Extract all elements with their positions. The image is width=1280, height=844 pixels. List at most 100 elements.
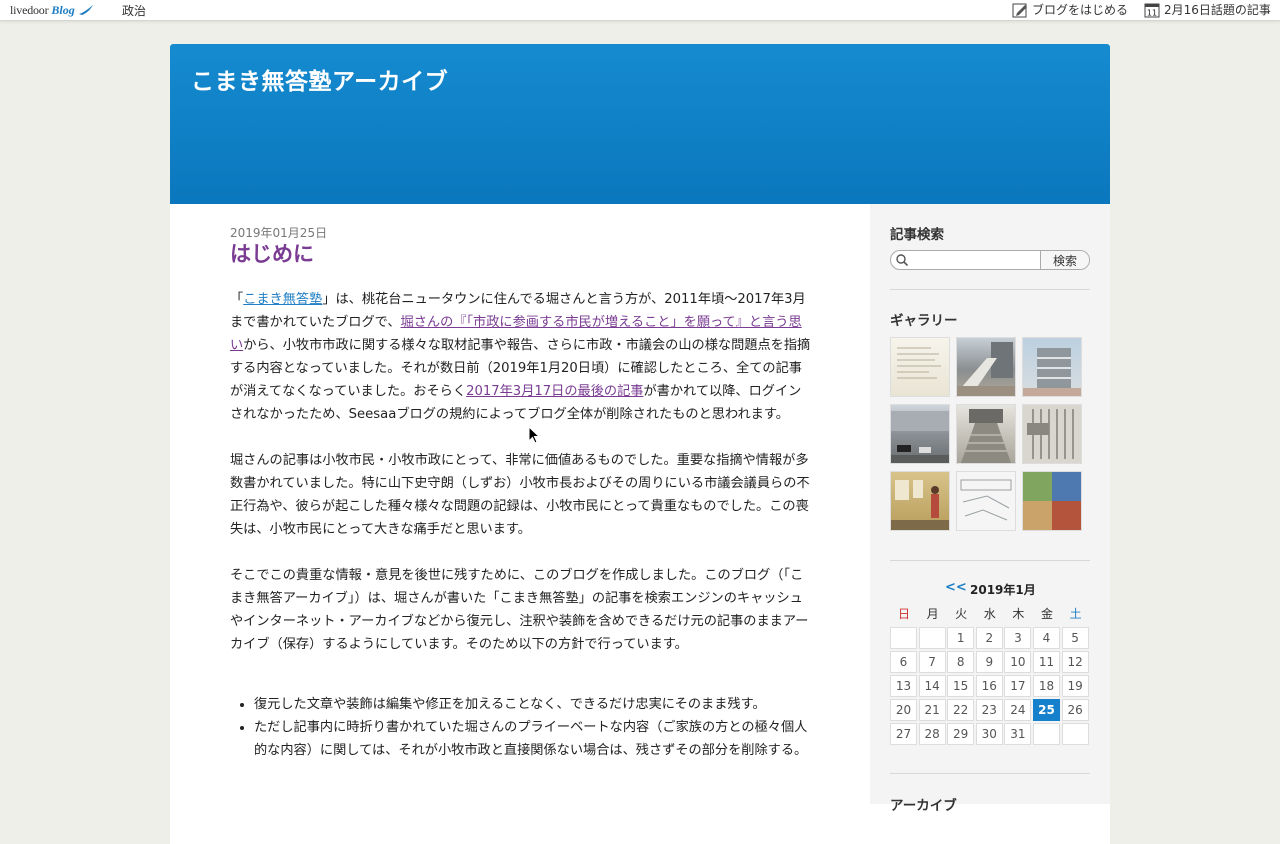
calendar-day[interactable]: 25 bbox=[1033, 699, 1060, 721]
search-icon bbox=[896, 254, 908, 266]
link-last-article[interactable]: 2017年3月17日の最後の記事 bbox=[466, 384, 643, 399]
gallery-heading: ギャラリー bbox=[890, 313, 958, 329]
trending-articles-link[interactable]: 11 2月16日話題の記事 bbox=[1144, 1, 1271, 18]
calendar-day: 21 bbox=[918, 699, 946, 721]
stairs-photo-icon bbox=[957, 342, 1015, 396]
logo-blog-text: Blog bbox=[51, 2, 75, 17]
policy-item: ただし記事内に時折り書かれていた堀さんのプライーベートな内容（ご家族の方との極々… bbox=[254, 716, 812, 762]
calendar-weekday-label: 日 bbox=[897, 607, 910, 621]
archive-heading: アーカイブ bbox=[890, 798, 957, 814]
sidebar-divider bbox=[890, 289, 1090, 290]
blog-header: こまき無答塾アーカイブ bbox=[170, 44, 1110, 204]
calendar-weekday-label: 金 bbox=[1040, 607, 1053, 621]
calendar-day: 13 bbox=[890, 675, 917, 697]
search-form: 検索 bbox=[890, 250, 1090, 270]
post-paragraph-1: 「こまき無答塾」は、桃花台ニュータウンに住んでる堀さんと言う方が、2011年頃〜… bbox=[230, 288, 812, 426]
calendar-empty-cell bbox=[1033, 723, 1060, 745]
calendar-weekday-label: 木 bbox=[1012, 607, 1025, 621]
calendar-day: 14 bbox=[918, 675, 946, 697]
calendar-weekday-label: 月 bbox=[926, 607, 939, 621]
parking-photo-icon bbox=[891, 411, 949, 463]
svg-text:11: 11 bbox=[1147, 8, 1157, 17]
logo-livedoor-text: livedoor bbox=[10, 2, 49, 17]
gallery-thumb[interactable] bbox=[956, 337, 1016, 397]
edit-icon bbox=[1012, 3, 1027, 17]
gallery-thumb[interactable] bbox=[890, 404, 950, 464]
gallery-thumb[interactable] bbox=[1022, 337, 1082, 397]
document-thumb-icon bbox=[897, 347, 941, 379]
policy-list: 復元した文章や装飾は編集や修正を加えることなく、できるだけ忠実にそのまま残す。 … bbox=[230, 693, 812, 762]
gallery-thumb[interactable] bbox=[1022, 404, 1082, 464]
blog-container: こまき無答塾アーカイブ 2019年01月25日 はじめに 「こまき無答塾」は、桃… bbox=[170, 44, 1110, 844]
livedoor-blog-logo[interactable]: livedoor Blog bbox=[10, 2, 94, 18]
calendar-empty-cell bbox=[918, 627, 946, 649]
calendar-day: 2 bbox=[975, 627, 1003, 649]
calendar-day: 12 bbox=[1061, 651, 1089, 673]
calendar-day: 24 bbox=[1004, 699, 1032, 721]
calendar-prev-month[interactable]: << bbox=[945, 580, 967, 595]
search-heading: 記事検索 bbox=[890, 227, 944, 243]
trending-articles-label: 2月16日話題の記事 bbox=[1164, 3, 1271, 17]
calendar-day: 30 bbox=[975, 723, 1003, 745]
calendar-day: 22 bbox=[947, 699, 975, 721]
search-button[interactable]: 検索 bbox=[1040, 251, 1089, 269]
gallery-thumb[interactable] bbox=[890, 337, 950, 397]
sidebar-divider bbox=[890, 773, 1090, 774]
calendar-weekday-label: 火 bbox=[955, 607, 968, 621]
bird-icon bbox=[78, 5, 93, 15]
blog-title[interactable]: こまき無答塾アーカイブ bbox=[191, 62, 448, 96]
calendar-empty-cell bbox=[1061, 723, 1089, 745]
calendar-header: << 2019年1月 bbox=[890, 580, 1090, 598]
text-segment: 「 bbox=[230, 292, 244, 307]
start-blog-label: ブログをはじめる bbox=[1032, 3, 1129, 17]
post-paragraph-3: そこでこの貴重な情報・意見を後世に残すために、このブログを作成しました。このブロ… bbox=[230, 568, 809, 652]
calendar-day: 3 bbox=[1004, 627, 1032, 649]
newspaper-thumb-icon bbox=[1027, 409, 1074, 459]
calendar-day: 9 bbox=[975, 651, 1003, 673]
calendar-day: 28 bbox=[918, 723, 946, 745]
livedoor-topbar: livedoor Blog 政治 ブログをはじめる 11 2月16日話題の記事 bbox=[0, 0, 1280, 21]
policy-item: 復元した文章や装飾は編集や修正を加えることなく、できるだけ忠実にそのまま残す。 bbox=[254, 693, 812, 716]
calendar-day: 20 bbox=[890, 699, 917, 721]
post-paragraph-2: 堀さんの記事は小牧市民・小牧市政にとって、非常に価値あるものでした。重要な指摘や… bbox=[230, 453, 810, 537]
sidebar-divider bbox=[890, 560, 1090, 561]
calendar-weekday-label: 水 bbox=[983, 607, 996, 621]
calendar-day: 17 bbox=[1004, 675, 1032, 697]
search-input[interactable] bbox=[911, 251, 1039, 269]
calendar-day: 18 bbox=[1033, 675, 1060, 697]
calendar-day: 15 bbox=[947, 675, 975, 697]
gallery-thumb[interactable] bbox=[956, 471, 1016, 531]
post-title[interactable]: はじめに bbox=[230, 238, 314, 268]
mouse-cursor-icon bbox=[528, 426, 540, 444]
link-komaki-mutoujuku[interactable]: こまき無答塾 bbox=[243, 292, 322, 307]
calendar-day: 6 bbox=[890, 651, 917, 673]
calendar-day: 1 bbox=[947, 627, 975, 649]
building-photo-icon bbox=[1023, 348, 1081, 396]
calendar-day: 31 bbox=[1004, 723, 1032, 745]
diagram-thumb-icon bbox=[960, 479, 1012, 521]
start-blog-link[interactable]: ブログをはじめる bbox=[1012, 1, 1128, 18]
collage-thumb-icon bbox=[1023, 472, 1081, 530]
calendar-day: 19 bbox=[1061, 675, 1089, 697]
calendar-day: 29 bbox=[947, 723, 975, 745]
stairway-photo-icon bbox=[961, 409, 1011, 463]
calendar-day: 10 bbox=[1004, 651, 1032, 673]
gallery-thumb[interactable] bbox=[1022, 471, 1082, 531]
calendar-empty-cell bbox=[890, 627, 917, 649]
calendar-day: 11 bbox=[1033, 651, 1060, 673]
gallery-thumb[interactable] bbox=[890, 471, 950, 531]
calendar-day: 8 bbox=[947, 651, 975, 673]
calendar-weekday-label: 土 bbox=[1069, 607, 1082, 621]
category-link-politics[interactable]: 政治 bbox=[122, 2, 146, 19]
calendar-icon: 11 bbox=[1144, 3, 1160, 17]
main-column: 2019年01月25日 はじめに 「こまき無答塾」は、桃花台ニュータウンに住んで… bbox=[170, 204, 870, 804]
calendar-day: 7 bbox=[918, 651, 946, 673]
sidebar: 記事検索 検索 ギャラリー << 2019年1月 日 月 火 水 木 金 土 1… bbox=[870, 204, 1110, 814]
gallery-thumb[interactable] bbox=[956, 404, 1016, 464]
calendar-day: 4 bbox=[1033, 627, 1060, 649]
post-body: 「こまき無答塾」は、桃花台ニュータウンに住んでる堀さんと言う方が、2011年頃〜… bbox=[230, 288, 812, 762]
calendar-day: 23 bbox=[975, 699, 1003, 721]
exhibition-photo-icon bbox=[891, 480, 949, 530]
calendar-day: 27 bbox=[890, 723, 917, 745]
calendar-month-title: 2019年1月 bbox=[970, 583, 1036, 597]
